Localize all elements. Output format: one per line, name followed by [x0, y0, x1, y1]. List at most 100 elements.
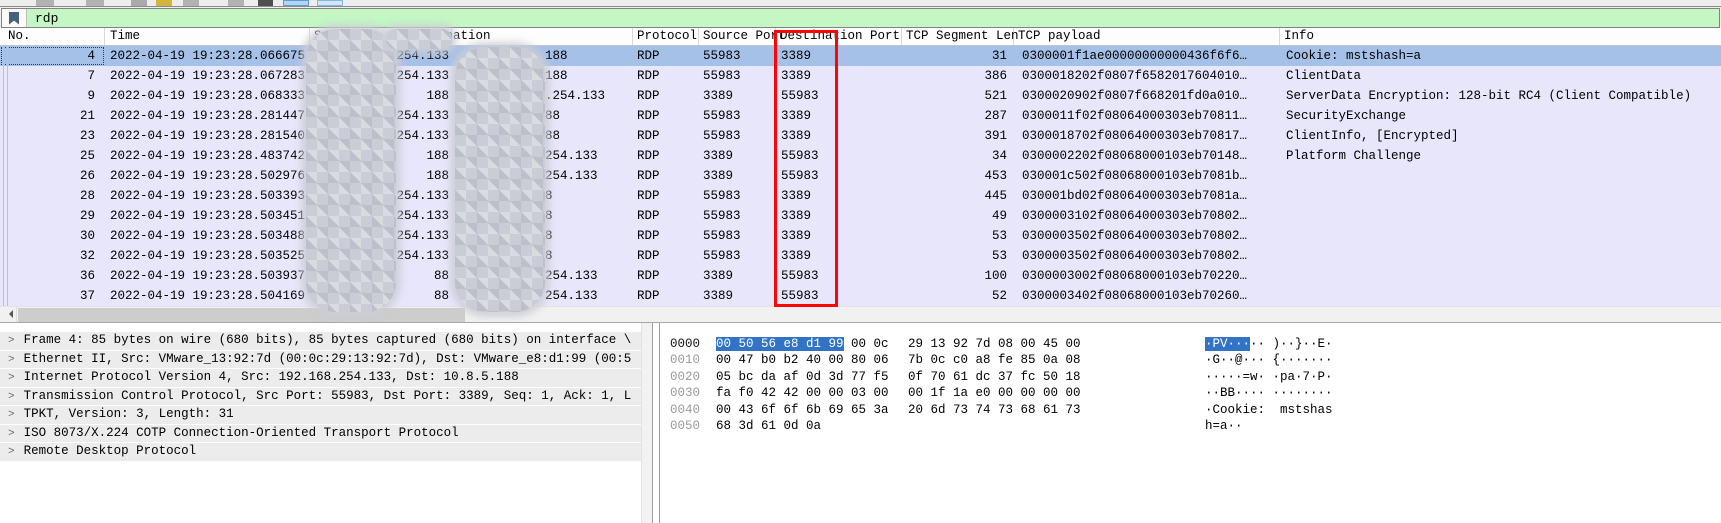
cell-time: 2022-04-19 19:23:28.503393 [105, 186, 310, 206]
toolbar-icon-5-icon[interactable] [183, 0, 199, 6]
packet-row[interactable]: 262022-04-19 19:23:28.502976188254.133RD… [0, 166, 1721, 186]
cell-source-port: 3389 [699, 146, 776, 166]
column-header-protocol[interactable]: Protocol [633, 28, 699, 45]
hex-dump-row[interactable]: 002005 bc da af 0d 3d 77 f50f 70 61 dc 3… [670, 369, 1721, 385]
hex-dump-row[interactable]: 005068 3d 61 0d 0ah=a·· [670, 418, 1721, 434]
hex-ascii-column[interactable]: ·PV····· )··}··E· [1205, 337, 1333, 351]
hex-ascii-column[interactable]: ·G··@··· {······· [1205, 353, 1333, 367]
toolbar-icon-6-icon[interactable] [228, 0, 244, 6]
display-filter-input[interactable]: rdp [1, 8, 1720, 28]
cell-time: 2022-04-19 19:23:28.066675 [105, 46, 310, 66]
detail-tree-row[interactable]: >Frame 4: 85 bytes on wire (680 bits), 8… [0, 332, 641, 350]
expand-chevron-icon[interactable]: > [8, 446, 15, 458]
packet-row[interactable]: 292022-04-19 19:23:28.503451.254.1338RDP… [0, 206, 1721, 226]
toolbar-icon-4-icon[interactable] [156, 0, 172, 6]
details-vertical-scrollbar[interactable] [641, 323, 652, 523]
toolbar-icon-1-icon[interactable] [36, 0, 54, 6]
hex-dump-row[interactable]: 000000 50 56 e8 d1 99 00 0c29 13 92 7d 0… [670, 336, 1721, 352]
hex-ascii-column[interactable]: ··BB···· ········ [1205, 386, 1333, 400]
cell-tcp-payload: 0300020902f0807f668201fd0a010… [1014, 86, 1280, 106]
cell-tcp-segment-len: 100 [902, 266, 1014, 286]
cell-no: 36 [0, 266, 105, 286]
horizontal-scrollbar[interactable] [0, 306, 1721, 322]
ascii-rest: ·· )··}··E· [1250, 337, 1333, 351]
hex-ascii-column[interactable]: ·Cookie: mstshas [1205, 403, 1333, 417]
hex-dump-row[interactable]: 001000 47 b0 b2 40 00 80 06 7b 0c c0 a8 f… [670, 352, 1721, 368]
packet-row[interactable]: 92022-04-19 19:23:28.068333188.254.133RD… [0, 86, 1721, 106]
detail-tree-row[interactable]: >ISO 8073/X.224 COTP Connection-Oriented… [0, 425, 641, 443]
column-header-destination[interactable]: Destination [452, 28, 633, 45]
packet-row[interactable]: 362022-04-19 19:23:28.50393788254.133RDP… [0, 266, 1721, 286]
hex-bytes-group-1[interactable]: 00 43 6f 6f 6b 69 65 3a [716, 402, 898, 418]
cell-time: 2022-04-19 19:23:28.068333 [105, 86, 310, 106]
scroll-left-button[interactable] [0, 307, 17, 322]
horizontal-scrollbar-thumb[interactable] [18, 308, 465, 322]
wireshark-window: rdp No.TimeSourceDestinationProtocolSour… [0, 0, 1721, 523]
hex-bytes-group-2[interactable]: 20 6d 73 74 73 68 61 73 [908, 402, 1090, 418]
packet-row[interactable]: 232022-04-19 19:23:28.2815403.254.13388R… [0, 126, 1721, 146]
toolbar-icon-3-icon[interactable] [131, 0, 147, 6]
cell-time: 2022-04-19 19:23:28.067283 [105, 66, 310, 86]
packet-row[interactable]: 302022-04-19 19:23:28.503488.254.1338RDP… [0, 226, 1721, 246]
hex-bytes-group-2[interactable]: 00 1f 1a e0 00 00 00 00 [908, 385, 1090, 401]
hex-bytes-group-1[interactable]: fa f0 42 42 00 00 03 00 [716, 385, 898, 401]
packet-row[interactable]: 72022-04-19 19:23:28.067283.254.133188RD… [0, 66, 1721, 86]
toolbar-icon-7-icon[interactable] [258, 0, 273, 6]
packet-row[interactable]: 252022-04-19 19:23:28.483742188254.133RD… [0, 146, 1721, 166]
packet-row[interactable]: 322022-04-19 19:23:28.503525254.1338RDP5… [0, 246, 1721, 266]
cell-protocol: RDP [633, 206, 699, 226]
cell-tcp-segment-len: 31 [902, 46, 1014, 66]
cell-tcp-payload: 0300018702f08064000303eb70817… [1014, 126, 1280, 146]
column-header-no-[interactable]: No. [0, 28, 105, 45]
column-header-time[interactable]: Time [105, 28, 310, 45]
hex-bytes-group-2[interactable]: 7b 0c c0 a8 fe 85 0a 08 [908, 352, 1090, 368]
column-header-tcp-segment-len[interactable]: TCP Segment Len [902, 28, 1014, 45]
column-header-tcp-payload[interactable]: TCP payload [1014, 28, 1280, 45]
toolbar-icon-8-icon[interactable] [283, 0, 309, 6]
packet-row[interactable]: 282022-04-19 19:23:28.503393.254.1338RDP… [0, 186, 1721, 206]
hex-bytes-group-1[interactable]: 68 3d 61 0d 0a [716, 418, 898, 434]
cell-no: 25 [0, 146, 105, 166]
hex-ascii-column[interactable]: h=a·· [1205, 419, 1243, 433]
hex-dump-row[interactable]: 0030fa f0 42 42 00 00 03 0000 1f 1a e0 0… [670, 385, 1721, 401]
cell-source-port: 55983 [699, 126, 776, 146]
detail-tree-label: Remote Desktop Protocol [24, 444, 197, 458]
cell-protocol: RDP [633, 86, 699, 106]
expand-chevron-icon[interactable]: > [8, 354, 15, 366]
toolbar-icon-9-icon[interactable] [317, 0, 343, 6]
expand-chevron-icon[interactable]: > [8, 372, 15, 384]
packet-row[interactable]: 372022-04-19 19:23:28.50416988254.133RDP… [0, 286, 1721, 306]
filter-toolbar: rdp [0, 7, 1721, 28]
packet-list-header: No.TimeSourceDestinationProtocolSource P… [0, 28, 1721, 46]
hex-bytes-group-2[interactable]: 29 13 92 7d 08 00 45 00 [908, 336, 1090, 352]
column-header-source-port[interactable]: Source Port [699, 28, 776, 45]
expand-chevron-icon[interactable]: > [8, 428, 15, 440]
hex-bytes-group-1[interactable]: 05 bc da af 0d 3d 77 f5 [716, 369, 898, 385]
hex-bytes-group-1[interactable]: 00 50 56 e8 d1 99 00 0c [716, 336, 898, 352]
filter-bookmark-button[interactable] [2, 9, 27, 27]
cell-tcp-segment-len: 287 [902, 106, 1014, 126]
cell-protocol: RDP [633, 186, 699, 206]
detail-tree-row[interactable]: > Transmission Control Protocol, Src Port… [0, 388, 641, 406]
detail-tree-row[interactable]: >TPKT, Version: 3, Length: 31 [0, 406, 641, 424]
cell-no: 21 [0, 106, 105, 126]
expand-chevron-icon[interactable]: > [8, 409, 15, 421]
column-header-info[interactable]: Info [1280, 28, 1721, 45]
detail-tree-row[interactable]: > Remote Desktop Protocol [0, 443, 641, 461]
expand-chevron-icon[interactable]: > [8, 335, 15, 347]
detail-tree-row[interactable]: >Internet Protocol Version 4, Src: 192.1… [0, 369, 641, 387]
detail-tree-label: Transmission Control Protocol, Src Port:… [24, 389, 632, 403]
hex-ascii-column[interactable]: ·····=w· ·pa·7·P· [1205, 370, 1333, 384]
expand-chevron-icon[interactable]: > [8, 391, 15, 403]
hex-dump-row[interactable]: 004000 43 6f 6f 6b 69 65 3a20 6d 73 74 7… [670, 402, 1721, 418]
hex-bytes-group-2[interactable]: 0f 70 61 dc 37 fc 50 18 [908, 369, 1090, 385]
hex-offset-label: 0010 [670, 352, 716, 368]
detail-tree-label: Ethernet II, Src: VMware_13:92:7d (00:0c… [24, 352, 632, 366]
packet-row[interactable]: 42022-04-19 19:23:28.066675254.133188RDP… [0, 46, 1721, 66]
cell-source-port: 55983 [699, 66, 776, 86]
detail-tree-row[interactable]: > Ethernet II, Src: VMware_13:92:7d (00:0… [0, 351, 641, 369]
packet-row[interactable]: 212022-04-19 19:23:28.2814473.254.13388R… [0, 106, 1721, 126]
pane-splitter[interactable] [652, 323, 660, 523]
hex-bytes-group-1[interactable]: 00 47 b0 b2 40 00 80 06 [716, 352, 898, 368]
toolbar-icon-2-icon[interactable] [86, 0, 104, 6]
